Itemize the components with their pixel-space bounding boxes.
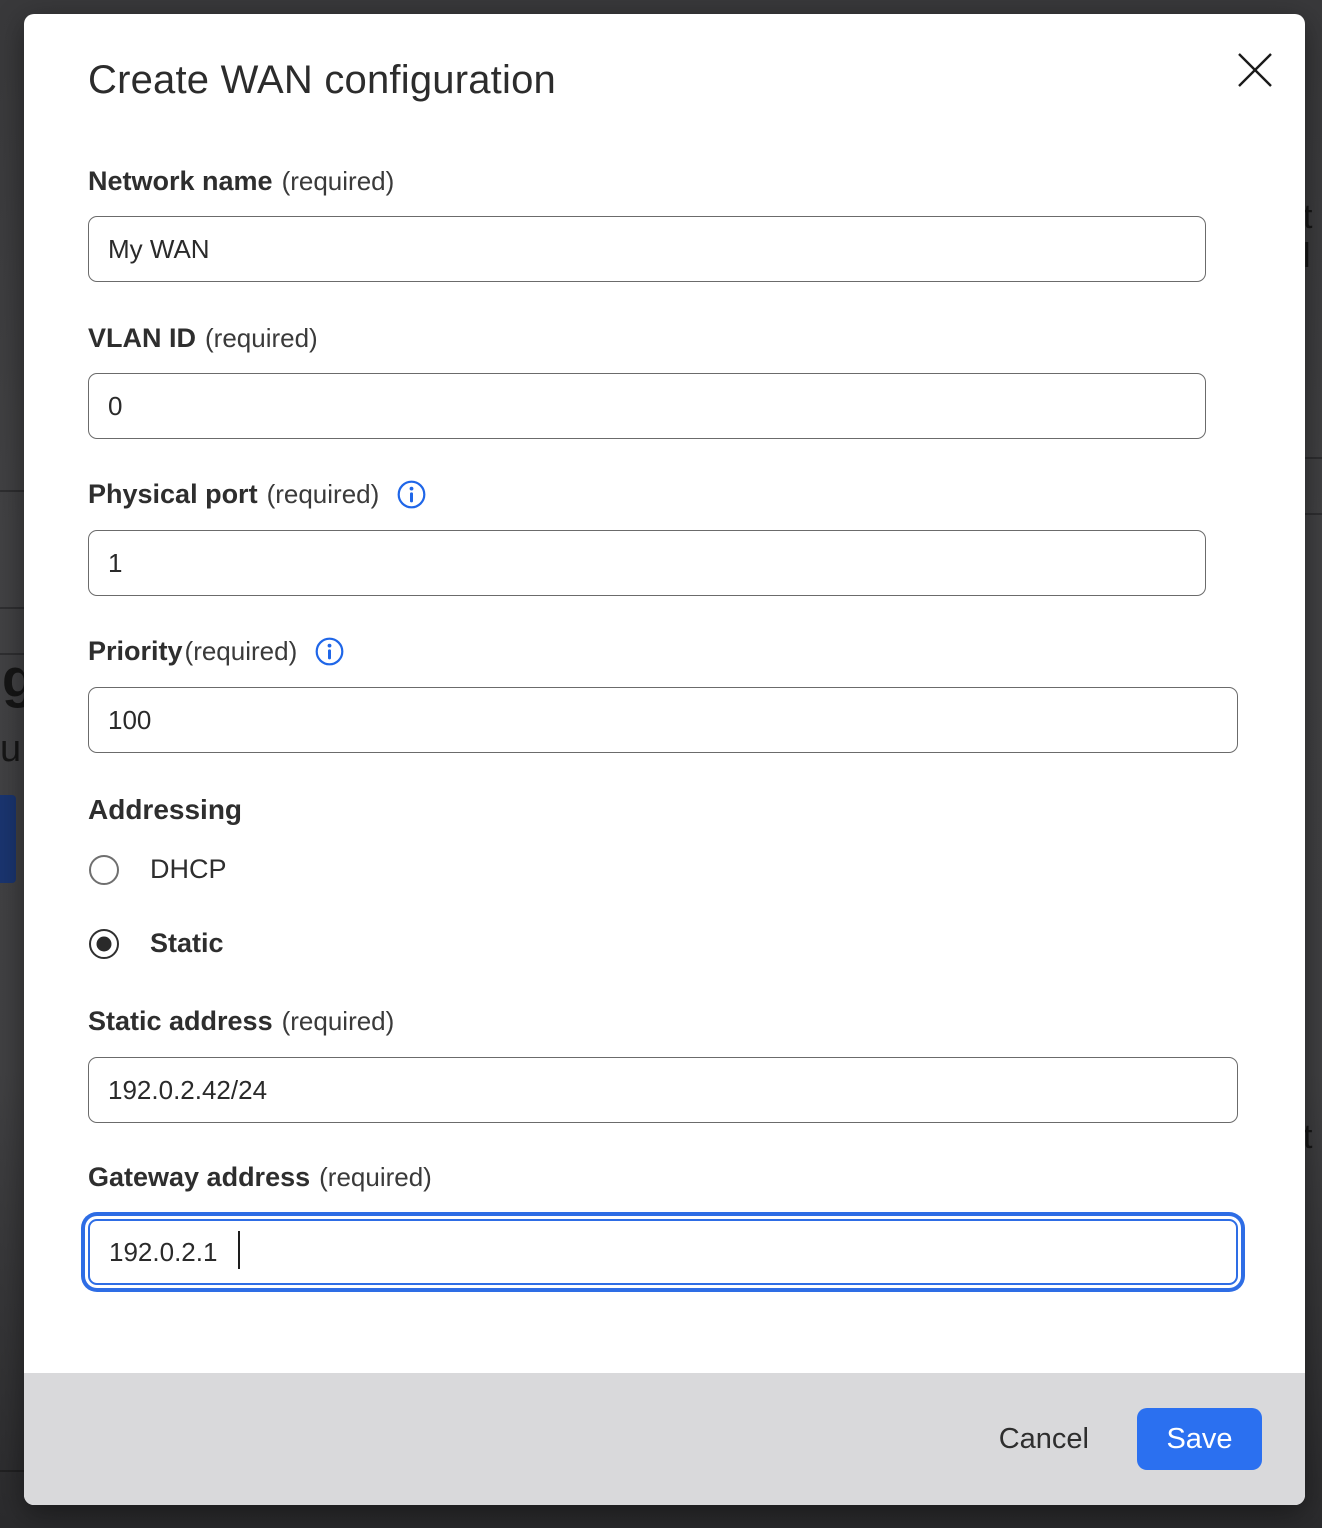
required-hint: (required)	[319, 1162, 432, 1193]
addressing-heading: Addressing	[88, 794, 242, 826]
static-address-label: Static address (required)	[88, 1006, 394, 1037]
required-hint: (required)	[205, 323, 318, 354]
close-button[interactable]	[1231, 46, 1279, 94]
network-name-input[interactable]	[88, 216, 1206, 282]
physical-port-input[interactable]	[88, 530, 1206, 596]
static-address-input[interactable]	[88, 1057, 1238, 1123]
background-text-fragment: t l	[1303, 198, 1322, 276]
radio-unselected-icon[interactable]	[89, 855, 119, 885]
gateway-address-input[interactable]	[88, 1219, 1238, 1285]
field-label: Network name	[88, 166, 273, 197]
radio-label: DHCP	[150, 854, 227, 885]
field-label: Gateway address	[88, 1162, 310, 1193]
radio-selected-icon[interactable]	[89, 929, 119, 959]
close-icon	[1236, 51, 1274, 89]
background-button-fragment	[0, 795, 16, 883]
field-label: Physical port	[88, 479, 258, 510]
physical-port-label: Physical port (required)	[88, 479, 426, 510]
radio-option-static[interactable]: Static	[89, 928, 224, 959]
field-label: VLAN ID	[88, 323, 196, 354]
field-label: Static address	[88, 1006, 273, 1037]
radio-option-dhcp[interactable]: DHCP	[89, 854, 227, 885]
required-hint: (required)	[267, 479, 380, 510]
vlan-id-input[interactable]	[88, 373, 1206, 439]
background-divider	[0, 1470, 24, 1472]
priority-label: Priority (required)	[88, 636, 344, 667]
dialog-title: Create WAN configuration	[88, 58, 556, 103]
create-wan-configuration-dialog: Create WAN configuration Network name (r…	[24, 14, 1305, 1505]
radio-label: Static	[150, 928, 224, 959]
background-divider	[0, 490, 24, 492]
save-button[interactable]: Save	[1137, 1408, 1262, 1470]
gateway-address-label: Gateway address (required)	[88, 1162, 432, 1193]
background-text-fragment: u	[0, 728, 21, 771]
info-icon[interactable]	[397, 480, 426, 509]
dialog-footer: Cancel Save	[24, 1373, 1305, 1505]
required-hint: (required)	[282, 166, 395, 197]
required-hint: (required)	[185, 636, 298, 667]
vlan-id-label: VLAN ID (required)	[88, 323, 318, 354]
text-cursor	[238, 1231, 240, 1269]
priority-input[interactable]	[88, 687, 1238, 753]
background-divider	[0, 607, 24, 609]
required-hint: (required)	[282, 1006, 395, 1037]
field-label: Priority	[88, 636, 183, 667]
info-icon[interactable]	[315, 637, 344, 666]
network-name-label: Network name (required)	[88, 166, 394, 197]
cancel-button[interactable]: Cancel	[979, 1413, 1109, 1466]
background-divider	[0, 653, 24, 655]
